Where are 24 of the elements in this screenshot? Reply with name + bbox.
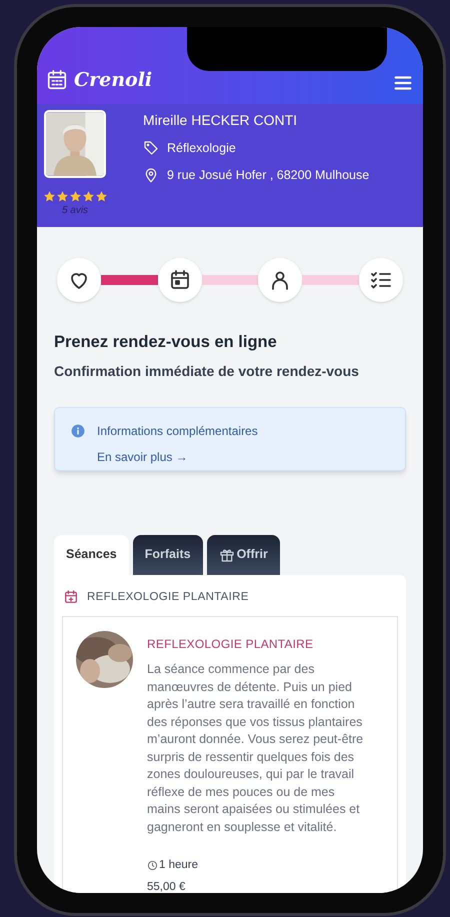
tab[interactable]: Offrir [206,534,280,575]
address-text: 9 rue Josué Hofer , 68200 Mulhouse [167,166,370,184]
review-count: 5 avis [62,204,88,218]
price-text: 55,00 € [147,880,186,893]
service-title: REFLEXOLOGIE PLANTAIRE [147,636,314,653]
calendar-logo-icon [46,68,68,91]
gift-icon [218,546,235,563]
tag-icon [143,140,159,156]
practitioner-name: Mireille HECKER CONTI [143,111,298,130]
learn-more-link[interactable]: En savoir plus → [97,448,258,466]
clock-icon [147,860,158,872]
tab[interactable]: Forfaits [132,534,203,575]
logo-text: Crenoli [74,68,152,92]
location-pin-icon [143,167,159,184]
tab[interactable]: Séances [54,534,129,575]
service-description: La séance commence par des manœuvres de détente. Puis un pied après l’autre sera travaillé en fonction des réponses que vos tissus plantaires m’auront donnée. Vous serez peut-être surpris de ressentir quelques fois des zones douloureuses, qui par le travail réflexe de mes pouces ou de mes mains seront apaisées ou stimulées et gagneront en souplesse et vitalité. [147,661,364,836]
section-title: REFLEXOLOGIE PLANTAIRE [87,590,249,605]
page-heading: Prenez rendez-vous en ligne [54,332,278,353]
page-subheading: Confirmation immédiate de votre rendez-vous [54,362,360,381]
specialty-text: Réflexologie [167,140,236,157]
info-title: Informations complémentaires [97,422,258,440]
duration-text: 1 heure [159,858,198,873]
calendar-plus-icon [63,589,79,606]
info-icon [71,424,85,438]
